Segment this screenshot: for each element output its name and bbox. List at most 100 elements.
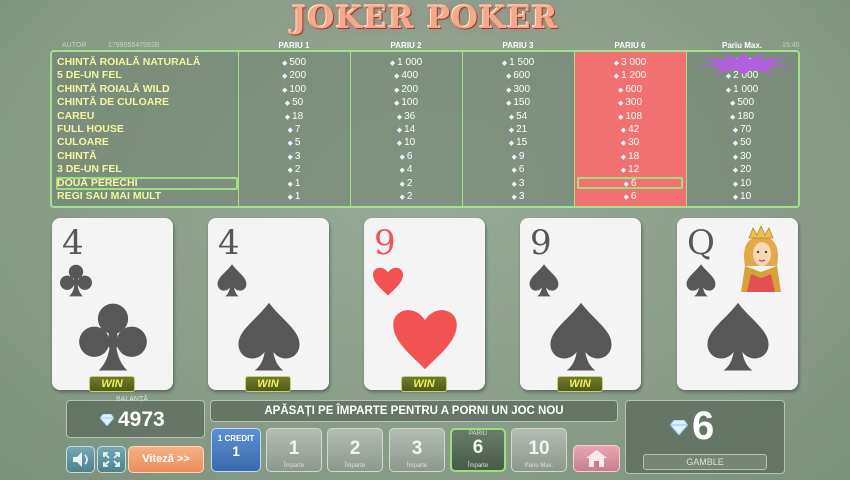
- diamond-icon: ◆: [620, 153, 627, 161]
- paytable-payout: ◆ 1: [238, 177, 350, 191]
- payout-value: 2: [406, 191, 413, 202]
- diamond-icon: ◆: [501, 60, 508, 67]
- diamond-icon: ◆: [732, 167, 739, 175]
- bet-sub-label: Pariu Max.: [524, 463, 554, 469]
- diamond-icon: [670, 420, 688, 435]
- card-5[interactable]: Q: [677, 218, 798, 390]
- payout-value: 18: [292, 110, 304, 122]
- payout-value: 3 000: [621, 57, 647, 68]
- payout-value: 300: [625, 97, 643, 109]
- payout-value: 2: [406, 177, 413, 189]
- diamond-icon: ◆: [508, 127, 515, 134]
- paytable-payout: ◆ 108: [574, 110, 686, 124]
- paytable-hand-name: CHINTĂ: [57, 149, 97, 162]
- payout-value: 6: [630, 191, 637, 202]
- diamond-icon: ◆: [287, 194, 293, 201]
- spades-suit-icon: [684, 262, 718, 298]
- payout-value: 600: [513, 70, 531, 82]
- speaker-icon: [73, 452, 88, 467]
- paytable-payout: ◆ 30: [574, 136, 686, 150]
- queen-portrait-icon: [735, 225, 787, 292]
- card-4[interactable]: 9: [520, 218, 641, 390]
- diamond-icon: ◆: [396, 140, 403, 148]
- card-1[interactable]: 4: [52, 218, 173, 390]
- win-badge: WIN: [557, 376, 603, 392]
- paytable-payout: ◆ 100: [238, 83, 350, 97]
- diamond-icon: ◆: [623, 180, 629, 188]
- paytable-payout: ◆ 4: [350, 163, 462, 177]
- diamond-icon: ◆: [505, 86, 512, 94]
- diamond-icon: ◆: [284, 100, 291, 108]
- paytable-hand-name: REGI SAU MAI MULT: [57, 190, 162, 202]
- bet-sub-label: Împarte: [406, 463, 428, 469]
- diamond-icon: ◆: [287, 167, 293, 175]
- home-button[interactable]: [573, 445, 620, 472]
- fullscreen-icon: [103, 452, 120, 467]
- bet-value: 3: [411, 438, 423, 459]
- payout-value: 14: [404, 124, 416, 135]
- paytable-payout: ◆ 3: [238, 150, 350, 164]
- jackpot-starburst-icon: [695, 53, 793, 75]
- diamond-icon: ◆: [732, 194, 739, 201]
- paytable-payout: ◆ 200: [350, 83, 462, 97]
- paytable-payout: ◆ 20: [686, 163, 798, 177]
- spades-suit-icon: [233, 298, 305, 374]
- bet-sub-label: Împarte: [467, 463, 489, 469]
- payout-value: 1 500: [509, 57, 535, 68]
- payout-value: 1 000: [733, 83, 759, 95]
- spades-suit-icon: [702, 298, 774, 374]
- paytable-payout: ◆ 14: [350, 123, 462, 137]
- speed-button[interactable]: Viteză >>: [128, 446, 204, 473]
- balance-value: 4973: [118, 408, 165, 431]
- card-rank: 4: [62, 223, 84, 263]
- payout-value: 200: [289, 70, 307, 82]
- paytable-payout: ◆ 3: [462, 177, 574, 191]
- payout-value: 600: [625, 83, 643, 95]
- paytable-payout: ◆ 500: [238, 56, 350, 70]
- payout-value: 100: [401, 97, 419, 109]
- bet-value: 10: [528, 438, 550, 459]
- column-header-bet-2: PARIU 2: [390, 41, 422, 50]
- diamond-icon: ◆: [399, 167, 405, 175]
- credit-button[interactable]: 1 CREDIT 1: [211, 428, 261, 472]
- paytable-payout: ◆ 2: [350, 177, 462, 191]
- diamond-icon: ◆: [508, 140, 515, 148]
- diamond-icon: ◆: [511, 180, 517, 188]
- fullscreen-button[interactable]: [97, 446, 126, 473]
- paytable: CHINTĂ ROIALĂ NATURALĂ ◆ 500 ◆ 1 000 ◆ 1 500 ◆ 3…: [50, 50, 800, 208]
- sound-button[interactable]: [66, 446, 95, 473]
- paytable-payout: ◆ 1: [238, 190, 350, 204]
- card-3[interactable]: 9: [364, 218, 485, 390]
- paytable-payout: ◆ 3: [462, 190, 574, 204]
- gamble-button[interactable]: GAMBLE: [643, 454, 767, 470]
- paytable-payout: ◆ 7: [238, 123, 350, 137]
- diamond-icon: ◆: [399, 180, 405, 188]
- diamond-icon: ◆: [732, 127, 739, 134]
- diamond-icon: ◆: [511, 194, 517, 201]
- payout-value: 30: [628, 137, 640, 149]
- diamond-icon: ◆: [287, 127, 293, 134]
- payout-value: 30: [740, 150, 752, 162]
- win-amount: 6: [692, 404, 715, 448]
- diamond-icon: ◆: [508, 113, 515, 121]
- payout-value: 10: [404, 137, 416, 149]
- payout-value: 108: [625, 110, 643, 122]
- payout-value: 18: [628, 150, 640, 162]
- card-rank: 9: [374, 223, 396, 263]
- paytable-payout: ◆ 15: [462, 136, 574, 150]
- game-title: JOKER POKER: [291, 0, 559, 36]
- payout-value: 150: [513, 97, 531, 109]
- payout-value: 15: [516, 137, 528, 149]
- payout-value: 1 000: [397, 57, 423, 68]
- diamond-icon: ◆: [505, 73, 512, 81]
- diamond-icon: ◆: [396, 127, 403, 134]
- paytable-hand-name: CHINTĂ ROIALĂ WILD: [57, 82, 170, 95]
- payout-value: 2: [294, 164, 301, 176]
- payout-value: 5: [294, 137, 301, 149]
- payout-value: 300: [513, 83, 531, 95]
- diamond-icon: ◆: [511, 153, 517, 161]
- paytable-hand-name: 5 DE-UN FEL: [57, 69, 122, 82]
- paytable-payout: ◆ 200: [238, 69, 350, 83]
- card-rank: Q: [687, 223, 715, 263]
- card-2[interactable]: 4: [208, 218, 329, 390]
